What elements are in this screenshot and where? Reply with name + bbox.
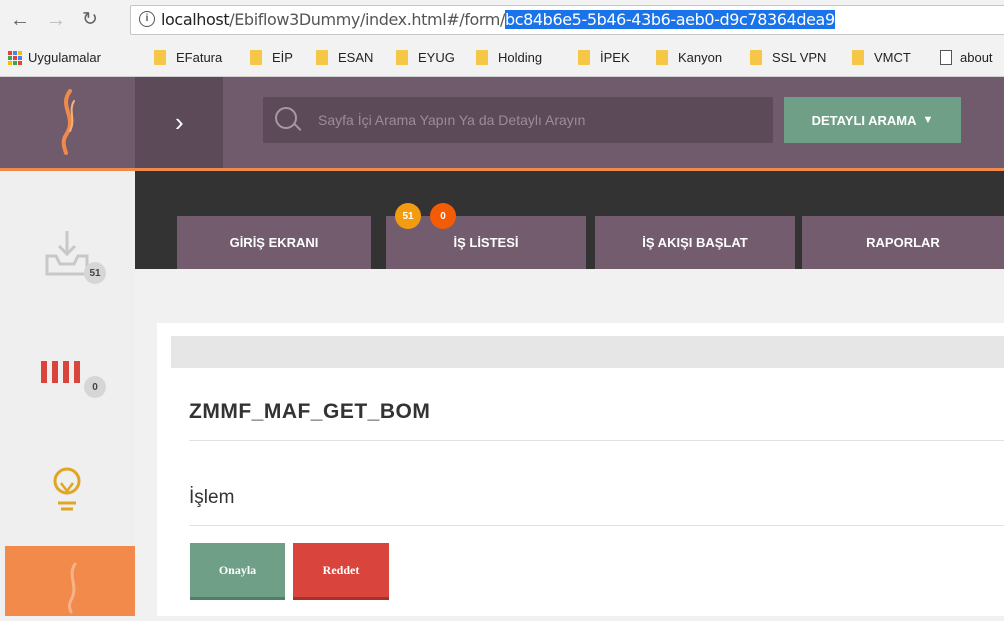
bookmark-label: about (960, 50, 993, 65)
work-list-alert-badge: 0 (430, 203, 456, 229)
bookmark-label: EİP (272, 50, 293, 65)
chevron-right-icon: › (175, 107, 184, 137)
flame-icon (68, 562, 77, 614)
page-icon (940, 50, 952, 65)
tab-label: GİRİŞ EKRANI (229, 235, 319, 250)
bookmark-apps-label: Uygulamalar (28, 50, 101, 65)
bookmark-eip[interactable]: EİP (250, 50, 293, 65)
section-title: İşlem (189, 487, 235, 508)
search-placeholder: Sayfa İçi Arama Yapın Ya da Detaylı Aray… (318, 112, 586, 128)
browser-toolbar: ← → ↻ i localhost/Ebiflow3Dummy/index.ht… (0, 0, 1004, 44)
bookmark-label: EYUG (418, 50, 455, 65)
bookmark-kanyon[interactable]: Kanyon (656, 50, 722, 65)
detailed-search-button[interactable]: DETAYLI ARAMA ▼ (784, 97, 961, 143)
folder-icon (316, 50, 328, 65)
bookmark-label: Holding (498, 50, 543, 65)
url-text: localhost/Ebiflow3Dummy/index.html#/form… (161, 10, 835, 29)
folder-icon (396, 50, 408, 65)
bookmark-label: ESAN (338, 50, 374, 65)
tab-label: İŞ LİSTESİ (453, 235, 519, 250)
chevron-down-icon: ▼ (922, 114, 934, 126)
approve-button[interactable]: Onayla (190, 543, 285, 600)
url-host: localhost (161, 10, 230, 29)
sidebar-item-ideas[interactable] (0, 461, 135, 521)
bookmark-label: Kanyon (678, 50, 723, 65)
bookmark-vmct[interactable]: VMCT (852, 50, 911, 65)
bookmark-label: SSL VPN (772, 50, 827, 65)
url-selected-text: bc84b6e5-5b46-43b6-aeb0-d9c78364dea9 (504, 10, 835, 29)
url-path: /Ebiflow3Dummy/index.html#/form/ (229, 10, 505, 29)
bookmark-holding[interactable]: Holding (476, 50, 542, 65)
tab-label: RAPORLAR (866, 235, 940, 250)
bookmark-efatura[interactable]: EFatura (154, 50, 222, 65)
bookmark-apps[interactable]: Uygulamalar (8, 50, 101, 65)
tab-label: İŞ AKIŞI BAŞLAT (642, 235, 748, 250)
reload-icon[interactable]: ↻ (82, 8, 98, 32)
bookmark-about[interactable]: about (940, 50, 993, 65)
bookmark-eyug[interactable]: EYUG (396, 50, 455, 65)
info-icon[interactable]: i (139, 11, 155, 27)
bookmark-label: EFatura (176, 50, 223, 65)
apps-grid-icon (8, 50, 22, 65)
tab-giris-ekrani[interactable]: GİRİŞ EKRANI (177, 216, 371, 269)
sidebar-item-inbox[interactable]: 51 (0, 221, 135, 291)
folder-icon (154, 50, 166, 65)
lightbulb-icon (53, 467, 81, 511)
main-tabbar: GİRİŞ EKRANI İŞ LİSTESİ İŞ AKIŞI BAŞLAT … (135, 171, 1004, 269)
divider (189, 440, 1004, 441)
inbox-count-badge: 51 (84, 262, 106, 284)
folder-icon (852, 50, 864, 65)
form-title: ZMMF_MAF_GET_BOM (189, 400, 431, 423)
folder-icon (250, 50, 262, 65)
logo[interactable] (0, 77, 135, 168)
bars-icon (41, 361, 80, 383)
approve-label: Onayla (218, 562, 257, 577)
search-icon (275, 107, 297, 129)
folder-icon (476, 50, 488, 65)
folder-icon (578, 50, 590, 65)
tab-raporlar[interactable]: RAPORLAR (802, 216, 1004, 269)
divider (189, 525, 1004, 526)
sidebar-item-active[interactable] (5, 546, 135, 616)
reject-button[interactable]: Reddet (293, 543, 389, 600)
flame-logo-icon (61, 89, 75, 155)
tasks-count-badge: 0 (84, 376, 106, 398)
sidebar-item-tasks[interactable]: 0 (0, 346, 135, 416)
forward-icon[interactable]: → (46, 8, 66, 32)
bookmarks-bar: Uygulamalar EFatura EİP ESAN EYUG Holdin… (0, 44, 1004, 77)
inbox-download-icon (45, 231, 89, 276)
form-panel-header (171, 336, 1004, 368)
folder-icon (750, 50, 762, 65)
reject-label: Reddet (322, 562, 360, 577)
bookmark-ipek[interactable]: İPEK (578, 50, 630, 65)
detailed-search-label: DETAYLI ARAMA (811, 112, 917, 128)
work-list-count-badge: 51 (395, 203, 421, 229)
search-input[interactable]: Sayfa İçi Arama Yapın Ya da Detaylı Aray… (263, 97, 773, 143)
app-header: › Sayfa İçi Arama Yapın Ya da Detaylı Ar… (0, 77, 1004, 171)
sidebar-toggle-button[interactable]: › (135, 77, 223, 168)
bookmark-label: VMCT (874, 50, 911, 65)
address-bar[interactable]: i localhost/Ebiflow3Dummy/index.html#/fo… (130, 5, 1004, 35)
tab-is-akisi-baslat[interactable]: İŞ AKIŞI BAŞLAT (595, 216, 795, 269)
bookmark-label: İPEK (600, 50, 630, 65)
bookmark-esan[interactable]: ESAN (316, 50, 373, 65)
back-icon[interactable]: ← (10, 8, 30, 32)
folder-icon (656, 50, 668, 65)
bookmark-ssl-vpn[interactable]: SSL VPN (750, 50, 826, 65)
sidebar: 51 0 (0, 171, 135, 616)
